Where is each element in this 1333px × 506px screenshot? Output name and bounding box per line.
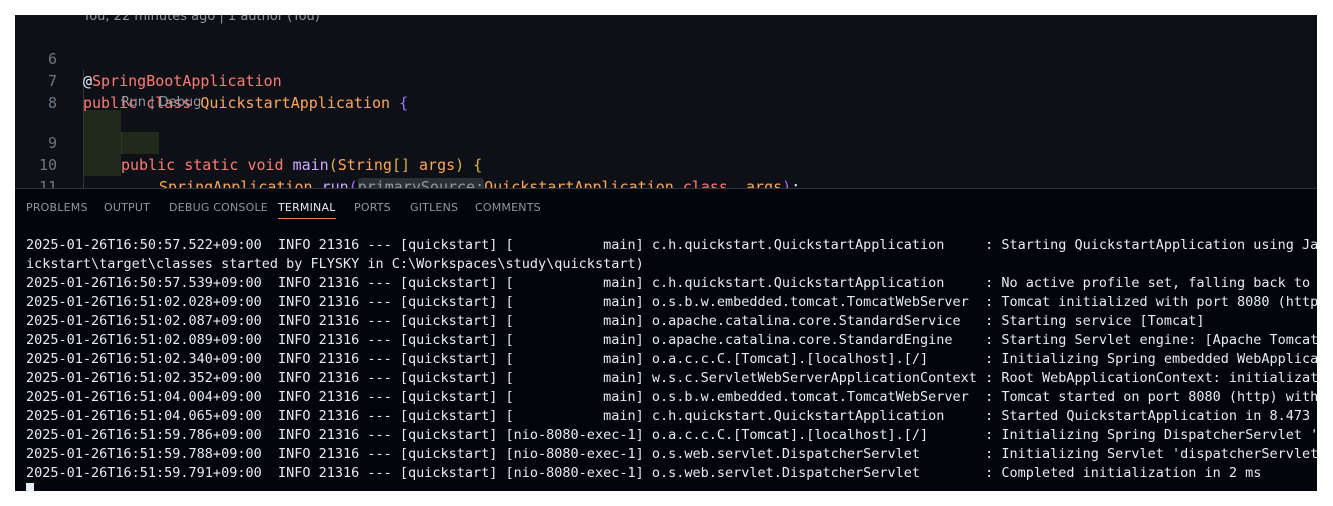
terminal-line: 2025-01-26T16:51:02.089+09:00 INFO 21316… <box>26 332 1317 348</box>
run-debug-codelens[interactable]: Run | Debug <box>121 95 201 110</box>
terminal-line: 2025-01-26T16:51:02.087+09:00 INFO 21316… <box>26 313 1205 329</box>
terminal-line: 2025-01-26T16:51:59.786+09:00 INFO 21316… <box>26 427 1317 443</box>
tab-debug-console[interactable]: DEBUG CONSOLE <box>169 201 268 214</box>
code-line-10: 10 SpringApplication.run(primarySource:Q… <box>15 132 1317 188</box>
terminal-line: 2025-01-26T16:51:04.065+09:00 INFO 21316… <box>26 408 1317 424</box>
code-line-12: 12 <box>15 176 1317 188</box>
vscode-window: You, 22 minutes ago | 1 author (You) 6 @… <box>15 15 1317 491</box>
terminal-line: 2025-01-26T16:51:02.352+09:00 INFO 21316… <box>26 370 1317 386</box>
code-editor[interactable]: You, 22 minutes ago | 1 author (You) 6 @… <box>15 15 1317 188</box>
code-line-7: 7 public class QuickstartApplication { <box>15 48 1317 112</box>
terminal-line: 2025-01-26T16:50:57.539+09:00 INFO 21316… <box>26 275 1317 291</box>
tab-problems[interactable]: PROBLEMS <box>26 201 88 214</box>
tab-gitlens[interactable]: GITLENS <box>410 201 458 214</box>
terminal-line: 2025-01-26T16:51:04.004+09:00 INFO 21316… <box>26 389 1317 405</box>
panel-tabs: PROBLEMS OUTPUT DEBUG CONSOLE TERMINAL P… <box>15 189 1317 225</box>
terminal-line: 2025-01-26T16:51:02.340+09:00 INFO 21316… <box>26 351 1317 367</box>
code-line-6: 6 @SpringBootApplication <box>15 26 1317 90</box>
code-line-9: 9 public static void main(String[] args)… <box>15 110 1317 174</box>
terminal-line: 2025-01-26T16:51:59.791+09:00 INFO 21316… <box>26 465 1262 481</box>
terminal-line: 2025-01-26T16:51:59.788+09:00 INFO 21316… <box>26 446 1317 462</box>
terminal-line: 2025-01-26T16:51:02.028+09:00 INFO 21316… <box>26 294 1317 310</box>
terminal-line: ickstart\target\classes started by FLYSK… <box>26 256 644 272</box>
tab-ports[interactable]: PORTS <box>354 201 391 214</box>
terminal-output[interactable]: 2025-01-26T16:50:57.522+09:00 INFO 21316… <box>26 236 1317 483</box>
terminal-line: 2025-01-26T16:50:57.522+09:00 INFO 21316… <box>26 237 1317 253</box>
tab-comments[interactable]: COMMENTS <box>475 201 541 214</box>
terminal-cursor <box>26 483 34 491</box>
code-line-11: 11 } <box>15 154 1317 188</box>
tab-output[interactable]: OUTPUT <box>104 201 150 214</box>
git-blame-codelens[interactable]: You, 22 minutes ago | 1 author (You) <box>83 15 320 24</box>
bottom-panel: PROBLEMS OUTPUT DEBUG CONSOLE TERMINAL P… <box>15 188 1317 491</box>
tab-terminal[interactable]: TERMINAL <box>278 201 336 219</box>
code-line-8: 8 <box>15 70 1317 112</box>
